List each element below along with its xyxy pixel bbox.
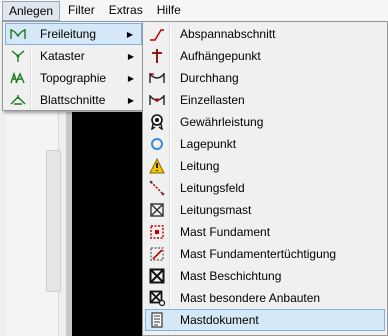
menu-item-label: Abspannabschnitt bbox=[180, 27, 276, 41]
menu-item-einzellasten[interactable]: Einzellasten bbox=[145, 89, 385, 111]
menu-item-mastdokument[interactable]: Mastdokument bbox=[145, 309, 385, 331]
topographie-icon bbox=[10, 70, 26, 86]
menu-item-label: Leitungsfeld bbox=[180, 181, 245, 195]
mast-beschichtung-icon bbox=[149, 268, 165, 284]
menu-item-label: Blattschnitte bbox=[40, 93, 106, 107]
menu-item-durchhang[interactable]: Durchhang bbox=[145, 67, 385, 89]
menu-item-lagepunkt[interactable]: Lagepunkt bbox=[145, 133, 385, 155]
mast-fundamentertuechtigung-icon bbox=[149, 246, 165, 262]
aufhaengepunkt-icon bbox=[149, 48, 165, 64]
menu-item-label: Gewährleistung bbox=[180, 115, 264, 129]
menu-item-label: Aufhängepunkt bbox=[180, 49, 261, 63]
submenu-arrow-icon: ▶ bbox=[126, 29, 133, 39]
menu-item-label: Durchhang bbox=[180, 71, 239, 85]
menu-item-mast-fundamentertuechtigung[interactable]: Mast Fundamentertüchtigung bbox=[145, 243, 385, 265]
einzellasten-icon bbox=[149, 92, 165, 108]
abspannabschnitt-icon bbox=[149, 26, 165, 42]
menu-item-topographie[interactable]: Topographie ▶ bbox=[5, 67, 142, 89]
menu-item-leitung[interactable]: Leitung bbox=[145, 155, 385, 177]
menu-filter[interactable]: Filter bbox=[62, 1, 101, 20]
menu-item-label: Mast Fundamentertüchtigung bbox=[180, 247, 337, 261]
gewaehrleistung-icon bbox=[149, 114, 165, 130]
durchhang-icon bbox=[149, 70, 165, 86]
anlegen-dropdown: Freileitung ▶ Kataster ▶ Topographie ▶ B… bbox=[2, 21, 145, 111]
submenu-arrow-icon: ▶ bbox=[127, 51, 134, 61]
menu-item-aufhaengepunkt[interactable]: Aufhängepunkt bbox=[145, 45, 385, 67]
submenu-arrow-icon: ▶ bbox=[127, 73, 134, 83]
leitung-warning-icon bbox=[149, 158, 165, 174]
menu-item-label: Mast besondere Anbauten bbox=[180, 291, 321, 305]
kataster-icon bbox=[10, 48, 26, 64]
menu-item-mast-fundament[interactable]: Mast Fundament bbox=[145, 221, 385, 243]
freileitung-submenu: Abspannabschnitt Aufhängepunkt Durchhang… bbox=[142, 21, 388, 336]
menu-item-kataster[interactable]: Kataster ▶ bbox=[5, 45, 142, 67]
scrollbar-thumb[interactable] bbox=[46, 150, 61, 292]
menu-extras[interactable]: Extras bbox=[103, 1, 149, 20]
menu-item-freileitung[interactable]: Freileitung ▶ bbox=[5, 23, 142, 45]
menu-item-label: Mast Fundament bbox=[180, 225, 271, 239]
menu-anlegen[interactable]: Anlegen bbox=[2, 0, 61, 21]
menu-item-label: Mast Beschichtung bbox=[180, 269, 282, 283]
menu-item-leitungsmast[interactable]: Leitungsmast bbox=[145, 199, 385, 221]
menu-item-blattschnitte[interactable]: Blattschnitte ▶ bbox=[5, 89, 142, 111]
leitungsmast-icon bbox=[149, 202, 165, 218]
mast-besondere-anbauten-icon bbox=[149, 290, 165, 306]
menu-item-label: Einzellasten bbox=[180, 93, 245, 107]
freileitung-icon bbox=[10, 26, 26, 42]
menu-bar: Anlegen Filter Extras Hilfe bbox=[0, 0, 388, 22]
menu-item-mast-beschichtung[interactable]: Mast Beschichtung bbox=[145, 265, 385, 287]
lagepunkt-icon bbox=[149, 136, 165, 152]
mast-fundament-icon bbox=[149, 224, 165, 240]
blattschnitte-icon bbox=[10, 92, 26, 108]
menu-item-mast-besondere-anbauten[interactable]: Mast besondere Anbauten bbox=[145, 287, 385, 309]
menu-item-gewaehrleistung[interactable]: Gewährleistung bbox=[145, 111, 385, 133]
menu-item-label: Leitung bbox=[180, 159, 220, 173]
menu-item-label: Topographie bbox=[40, 71, 107, 85]
menu-item-leitungsfeld[interactable]: Leitungsfeld bbox=[145, 177, 385, 199]
submenu-arrow-icon: ▶ bbox=[127, 95, 134, 105]
leitungsfeld-icon bbox=[149, 180, 165, 196]
menu-item-label: Lagepunkt bbox=[180, 137, 237, 151]
menu-item-label: Kataster bbox=[40, 49, 85, 63]
menu-item-abspannabschnitt[interactable]: Abspannabschnitt bbox=[145, 23, 385, 45]
menu-item-label: Mastdokument bbox=[180, 313, 259, 327]
menu-hilfe[interactable]: Hilfe bbox=[151, 1, 187, 20]
menu-item-label: Freileitung bbox=[40, 27, 97, 41]
menu-item-label: Leitungsmast bbox=[180, 203, 252, 217]
mastdokument-icon bbox=[149, 312, 165, 328]
